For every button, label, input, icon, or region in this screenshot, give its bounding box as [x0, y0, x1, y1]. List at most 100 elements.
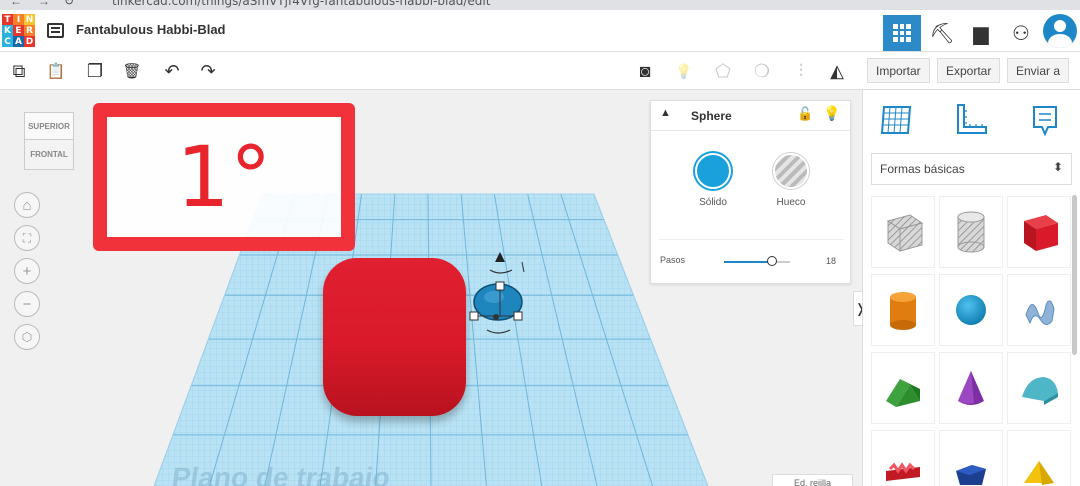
shape-category-value: Formas básicas — [880, 162, 965, 176]
tinkercad-logo[interactable]: TINKERCAD — [2, 14, 36, 48]
zoom-out-icon: − — [22, 295, 32, 313]
add-user-button[interactable]: ⚇ — [1002, 15, 1040, 51]
collapse-arrow-icon[interactable]: ▲ — [660, 107, 671, 119]
shape-round-roof[interactable] — [1007, 352, 1071, 424]
user-avatar[interactable] — [1043, 14, 1077, 48]
browser-url[interactable]: tinkercad.com/things/aSmVTjf4Vfg-fantabu… — [112, 0, 490, 8]
design-title[interactable]: Fantabulous Habbi-Blad — [76, 22, 226, 37]
shape-scribble[interactable] — [1007, 274, 1071, 346]
browser-forward-icon[interactable]: → — [38, 0, 50, 8]
paste-icon: 📋 — [46, 63, 66, 80]
3d-design-view-button[interactable] — [883, 15, 921, 51]
hole-swatch[interactable] — [773, 153, 809, 189]
steps-slider-track[interactable] — [724, 261, 790, 263]
zoom-in-button[interactable]: + — [14, 258, 40, 284]
annotation-frame: 1° — [93, 103, 355, 251]
logo-letter: K — [2, 25, 13, 36]
shape-cone[interactable] — [939, 352, 1003, 424]
steps-value[interactable]: 18 — [826, 256, 836, 266]
shapes-panel: Formas básicas ⬍ — [862, 90, 1080, 486]
inspector-title: Sphere — [691, 109, 732, 123]
solid-color-swatch[interactable] — [695, 153, 731, 189]
lock-icon[interactable]: 🔓 — [797, 106, 813, 122]
inspector-divider — [659, 239, 844, 240]
perspective-button[interactable]: ⬡ — [14, 324, 40, 350]
edit-toolbar: ⧉ 📋 ❐ 🗑 ↶ ↷ ◙ 💡 ⬠ ❍ ⫶ ◭ Importar Exporta… — [0, 52, 1080, 90]
shapes-scrollbar[interactable] — [1072, 195, 1077, 355]
pyramid-icon — [1024, 461, 1054, 485]
paste-button[interactable]: 📋 — [43, 58, 69, 84]
edit-grid-button[interactable]: Ed. rejilla — [772, 474, 853, 486]
design-list-icon[interactable] — [47, 23, 64, 38]
shape-box-hole[interactable] — [871, 196, 935, 268]
box-hole-icon — [886, 214, 924, 252]
shape-pyramid[interactable] — [1007, 430, 1071, 486]
group-button[interactable]: ❍ — [749, 58, 775, 84]
shape-cylinder[interactable] — [871, 274, 935, 346]
mirror-button[interactable]: ◭ — [824, 58, 850, 84]
shape-polygon[interactable] — [939, 430, 1003, 486]
logo-letter: E — [13, 25, 24, 36]
logo-letter: C — [2, 36, 13, 47]
shape-sphere[interactable] — [939, 274, 1003, 346]
perspective-icon: ⬡ — [21, 330, 33, 344]
steps-slider-knob[interactable] — [766, 256, 777, 266]
ruler-tab[interactable] — [951, 100, 991, 140]
align-button[interactable]: ⫶ — [788, 58, 814, 84]
notes-icon: ◙ — [639, 60, 651, 81]
shape-tag-button[interactable]: ⬠ — [710, 58, 736, 84]
group-icon: ❍ — [753, 60, 771, 81]
shape-tag-icon: ⬠ — [715, 60, 731, 81]
delete-button[interactable]: 🗑 — [119, 58, 145, 84]
import-button[interactable]: Importar — [867, 58, 930, 83]
hole-label: Hueco — [776, 197, 806, 208]
bricks-view-button[interactable]: ▆ — [962, 15, 1000, 51]
duplicate-icon: ❐ — [86, 60, 104, 81]
view-cube[interactable]: SUPERIOR FRONTAL — [24, 112, 74, 170]
shape-box[interactable] — [1007, 196, 1071, 268]
shape-cylinder-hole[interactable] — [939, 196, 1003, 268]
shape-inspector: ▲ Sphere 🔓 💡 Sólido Hueco Pasos 18 — [650, 100, 851, 284]
browser-reload-icon[interactable]: ↻ — [64, 0, 74, 8]
cone-icon — [958, 371, 984, 405]
view-cube-top[interactable]: SUPERIOR — [24, 112, 74, 140]
browser-back-icon[interactable]: ← — [10, 0, 22, 8]
notes-tab[interactable] — [1025, 100, 1065, 140]
cylinder-hole-icon — [957, 211, 985, 253]
solid-label: Sólido — [699, 197, 727, 208]
red-box-shape[interactable] — [323, 258, 466, 416]
shape-text[interactable] — [871, 430, 935, 486]
fit-view-button[interactable]: ⛶ — [14, 225, 40, 251]
shape-roof[interactable] — [871, 352, 935, 424]
shape-category-select[interactable]: Formas básicas ⬍ — [871, 153, 1072, 185]
export-button[interactable]: Exportar — [937, 58, 1001, 83]
mirror-icon: ◭ — [830, 60, 844, 81]
scribble-icon — [1025, 300, 1055, 325]
sphere-icon — [956, 295, 986, 325]
duplicate-button[interactable]: ❐ — [82, 58, 108, 84]
text-shape-icon — [886, 462, 920, 481]
pickaxe-icon: ⛏ — [929, 22, 955, 45]
annotation-text: 1° — [176, 128, 272, 226]
light-button[interactable]: 💡 — [671, 58, 697, 84]
redo-button[interactable]: ↷ — [195, 58, 221, 84]
grid-icon — [893, 24, 911, 42]
visibility-bulb-icon[interactable]: 💡 — [823, 105, 840, 122]
align-icon: ⫶ — [798, 60, 804, 81]
grid-tab[interactable] — [877, 100, 917, 140]
round-roof-icon — [1022, 377, 1058, 405]
copy-button[interactable]: ⧉ — [6, 58, 32, 84]
trash-icon: 🗑 — [122, 63, 142, 80]
view-cube-front[interactable]: FRONTAL — [24, 140, 74, 170]
zoom-in-icon: + — [22, 262, 32, 280]
notes-button[interactable]: ◙ — [632, 58, 658, 84]
logo-letter: I — [13, 14, 24, 25]
home-icon: ⌂ — [22, 196, 32, 214]
ruler-icon — [957, 104, 987, 134]
polygon-icon — [956, 465, 986, 485]
send-to-button[interactable]: Enviar a — [1007, 58, 1070, 83]
codeblocks-view-button[interactable]: ⛏ — [923, 15, 961, 51]
home-view-button[interactable]: ⌂ — [14, 192, 40, 218]
zoom-out-button[interactable]: − — [14, 291, 40, 317]
undo-button[interactable]: ↶ — [159, 58, 185, 84]
